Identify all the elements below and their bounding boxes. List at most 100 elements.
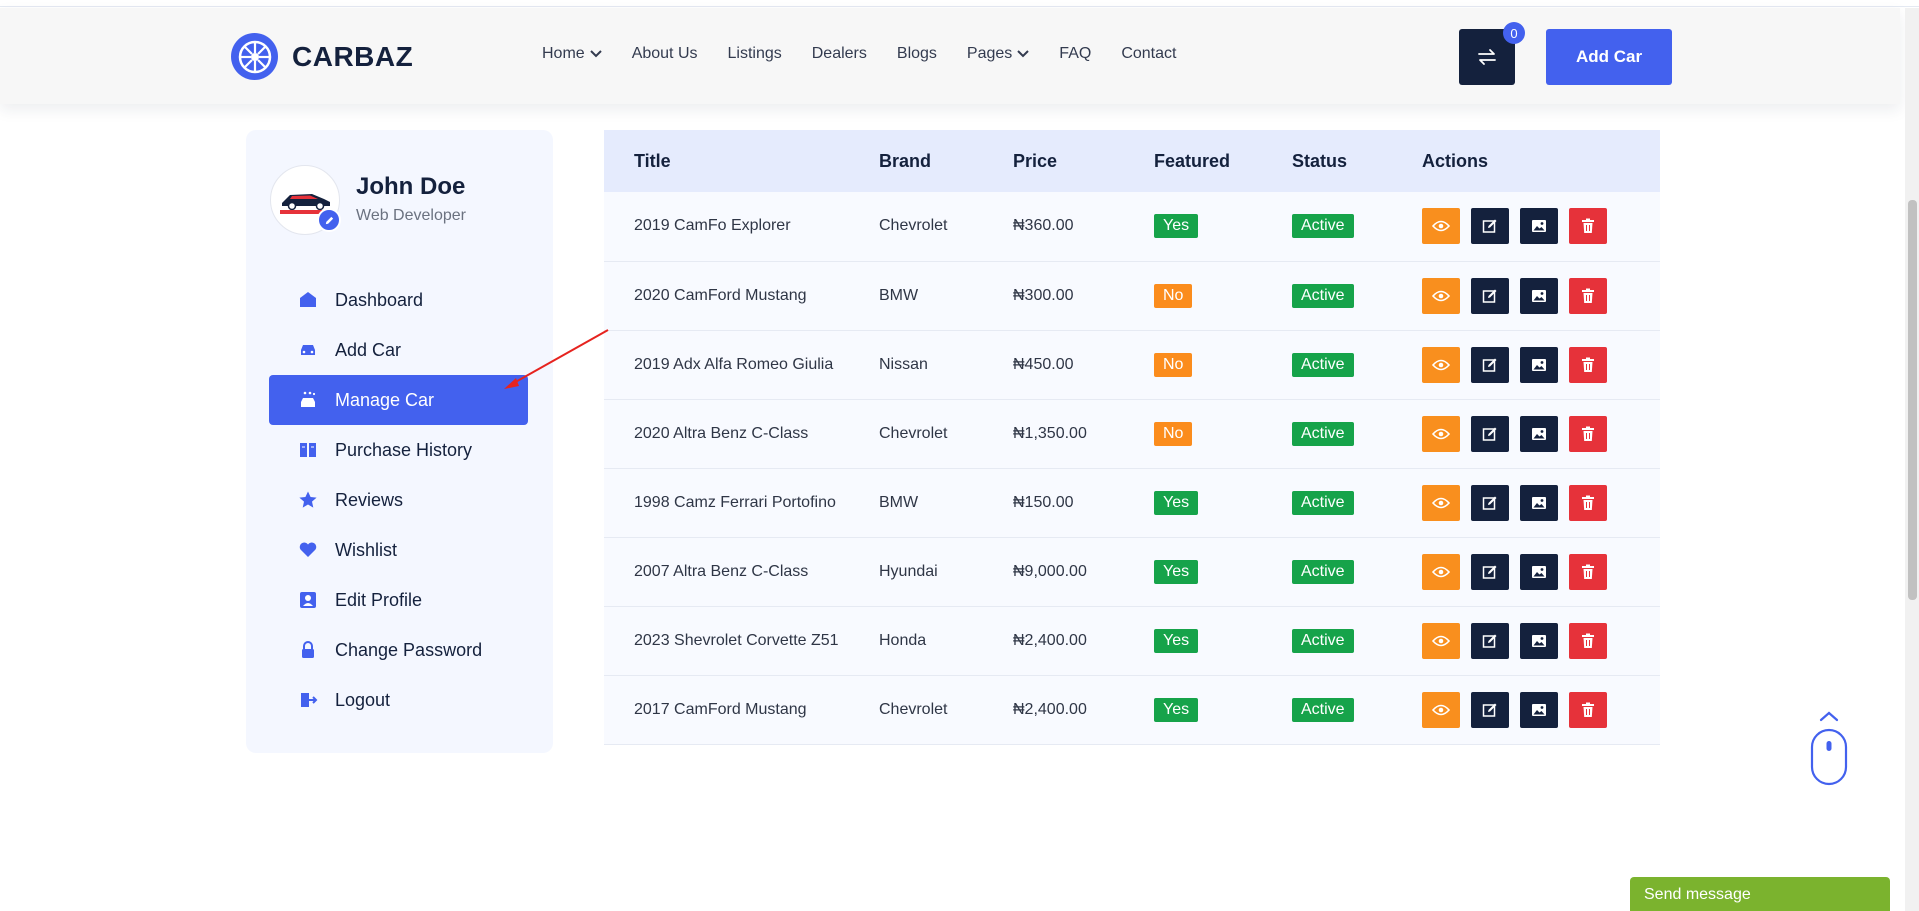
brand-logo[interactable]: CARBAZ (231, 33, 413, 80)
nav-pages[interactable]: Pages (967, 45, 1030, 63)
delete-button[interactable] (1569, 208, 1607, 245)
eye-icon (1432, 220, 1450, 232)
edit-icon (1482, 702, 1498, 718)
add-car-button[interactable]: Add Car (1546, 29, 1672, 85)
car-title-cell: 2019 CamFo Explorer (634, 217, 791, 235)
send-message-chat-button[interactable]: Send message (1630, 877, 1890, 911)
delete-button[interactable] (1569, 553, 1607, 590)
sidebar-item-add-car[interactable]: Add Car (269, 325, 528, 375)
price-cell: ₦2,400.00 (1013, 631, 1087, 649)
nav-about-us[interactable]: About Us (632, 45, 698, 63)
view-button[interactable] (1422, 553, 1460, 590)
scrollbar-thumb[interactable] (1908, 200, 1917, 600)
status-badge: Active (1292, 628, 1354, 653)
sidebar-item-label: Edit Profile (335, 589, 423, 610)
sidebar-item-edit-profile[interactable]: Edit Profile (269, 575, 528, 625)
sidebar-menu: Dashboard Add Car Manage Car Purchase Histo… (269, 275, 528, 725)
edit-button[interactable] (1471, 553, 1509, 590)
sidebar-item-change-password[interactable]: Change Password (269, 625, 528, 675)
nav-label: Contact (1121, 45, 1177, 62)
status-cell: Active (1292, 537, 1422, 606)
chevron-down-icon (589, 50, 602, 58)
view-button[interactable] (1422, 415, 1460, 452)
brand-cell: Chevrolet (879, 700, 948, 718)
image-icon (1531, 565, 1547, 579)
view-button[interactable] (1422, 691, 1460, 728)
status-badge: Active (1292, 697, 1354, 722)
status-badge: Active (1292, 421, 1354, 446)
nav-listings[interactable]: Listings (728, 45, 782, 63)
status-badge: Active (1292, 490, 1354, 515)
edit-button[interactable] (1471, 415, 1509, 452)
sidebar-item-label: Reviews (335, 489, 404, 510)
table-row: 2019 CamFo Explorer Chevrolet ₦360.00 Yes Ac… (604, 192, 1660, 261)
edit-button[interactable] (1471, 208, 1509, 245)
sidebar-item-reviews[interactable]: Reviews (269, 475, 528, 525)
nav-home[interactable]: Home (542, 45, 602, 63)
nav-contact[interactable]: Contact (1121, 45, 1176, 63)
edit-button[interactable] (1471, 622, 1509, 659)
table-row: 2020 Altra Benz C-Class Chevrolet ₦1,350.0… (604, 399, 1660, 468)
nav-dealers[interactable]: Dealers (812, 45, 867, 63)
status-cell: Active (1292, 330, 1422, 399)
table-body: 2019 CamFo Explorer Chevrolet ₦360.00 Yes Ac… (604, 192, 1660, 744)
table-row: 2020 CamFord Mustang BMW ₦300.00 No Active (604, 261, 1660, 330)
image-icon (1531, 634, 1547, 648)
status-badge: Active (1292, 559, 1354, 584)
view-button[interactable] (1422, 622, 1460, 659)
actions-cell (1422, 606, 1660, 675)
gallery-button[interactable] (1520, 277, 1558, 314)
delete-button[interactable] (1569, 277, 1607, 314)
nav-label: Dealers (811, 45, 867, 62)
sidebar-item-wishlist[interactable]: Wishlist (269, 525, 528, 575)
scroll-to-top-button[interactable] (1810, 708, 1848, 786)
gallery-button[interactable] (1520, 415, 1558, 452)
gallery-button[interactable] (1520, 484, 1558, 521)
gallery-button[interactable] (1520, 553, 1558, 590)
car-title-cell: 2020 Altra Benz C-Class (634, 424, 809, 442)
sidebar-item-label: Dashboard (335, 289, 424, 310)
avatar[interactable] (270, 165, 341, 235)
main-nav: Home About Us Listings Dealers Blogs Pages FAQ… (542, 45, 1206, 63)
delete-button[interactable] (1569, 622, 1607, 659)
car-wash-icon (298, 390, 318, 410)
column-header-featured: Featured (1154, 150, 1231, 171)
sidebar-item-manage-car[interactable]: Manage Car (269, 375, 528, 425)
sidebar-item-dashboard[interactable]: Dashboard (269, 275, 528, 325)
view-button[interactable] (1422, 208, 1460, 245)
gallery-button[interactable] (1520, 208, 1558, 245)
edit-button[interactable] (1471, 346, 1509, 383)
table-row: 2007 Altra Benz C-Class Hyundai ₦9,000.00 Y… (604, 537, 1660, 606)
trash-icon (1581, 564, 1595, 580)
actions-cell (1422, 261, 1660, 330)
featured-cell: Yes (1154, 468, 1292, 537)
view-button[interactable] (1422, 277, 1460, 314)
view-button[interactable] (1422, 346, 1460, 383)
featured-cell: Yes (1154, 537, 1292, 606)
sidebar-item-purchase-history[interactable]: Purchase History (269, 425, 528, 475)
brand-name: CARBAZ (292, 40, 414, 72)
gallery-button[interactable] (1520, 622, 1558, 659)
price-cell: ₦360.00 (1013, 217, 1074, 235)
price-cell: ₦150.00 (1013, 493, 1074, 511)
nav-blogs[interactable]: Blogs (897, 45, 937, 63)
eye-icon (1432, 359, 1450, 371)
edit-button[interactable] (1471, 277, 1509, 314)
delete-button[interactable] (1569, 415, 1607, 452)
delete-button[interactable] (1569, 484, 1607, 521)
edit-avatar-button[interactable] (317, 208, 341, 232)
sidebar-item-logout[interactable]: Logout (269, 675, 528, 725)
edit-button[interactable] (1471, 484, 1509, 521)
gallery-button[interactable] (1520, 346, 1558, 383)
view-button[interactable] (1422, 484, 1460, 521)
trash-icon (1581, 633, 1595, 649)
nav-faq[interactable]: FAQ (1059, 45, 1091, 63)
dashboard-sidebar: John Doe Web Developer Dashboard Add Car M… (246, 130, 553, 753)
edit-button[interactable] (1471, 691, 1509, 728)
gallery-button[interactable] (1520, 691, 1558, 728)
delete-button[interactable] (1569, 691, 1607, 728)
delete-button[interactable] (1569, 346, 1607, 383)
manage-car-table-container: Title Brand Price Featured Status Actions 201… (604, 130, 1660, 745)
pencil-icon (325, 216, 333, 224)
car-icon (298, 340, 318, 360)
